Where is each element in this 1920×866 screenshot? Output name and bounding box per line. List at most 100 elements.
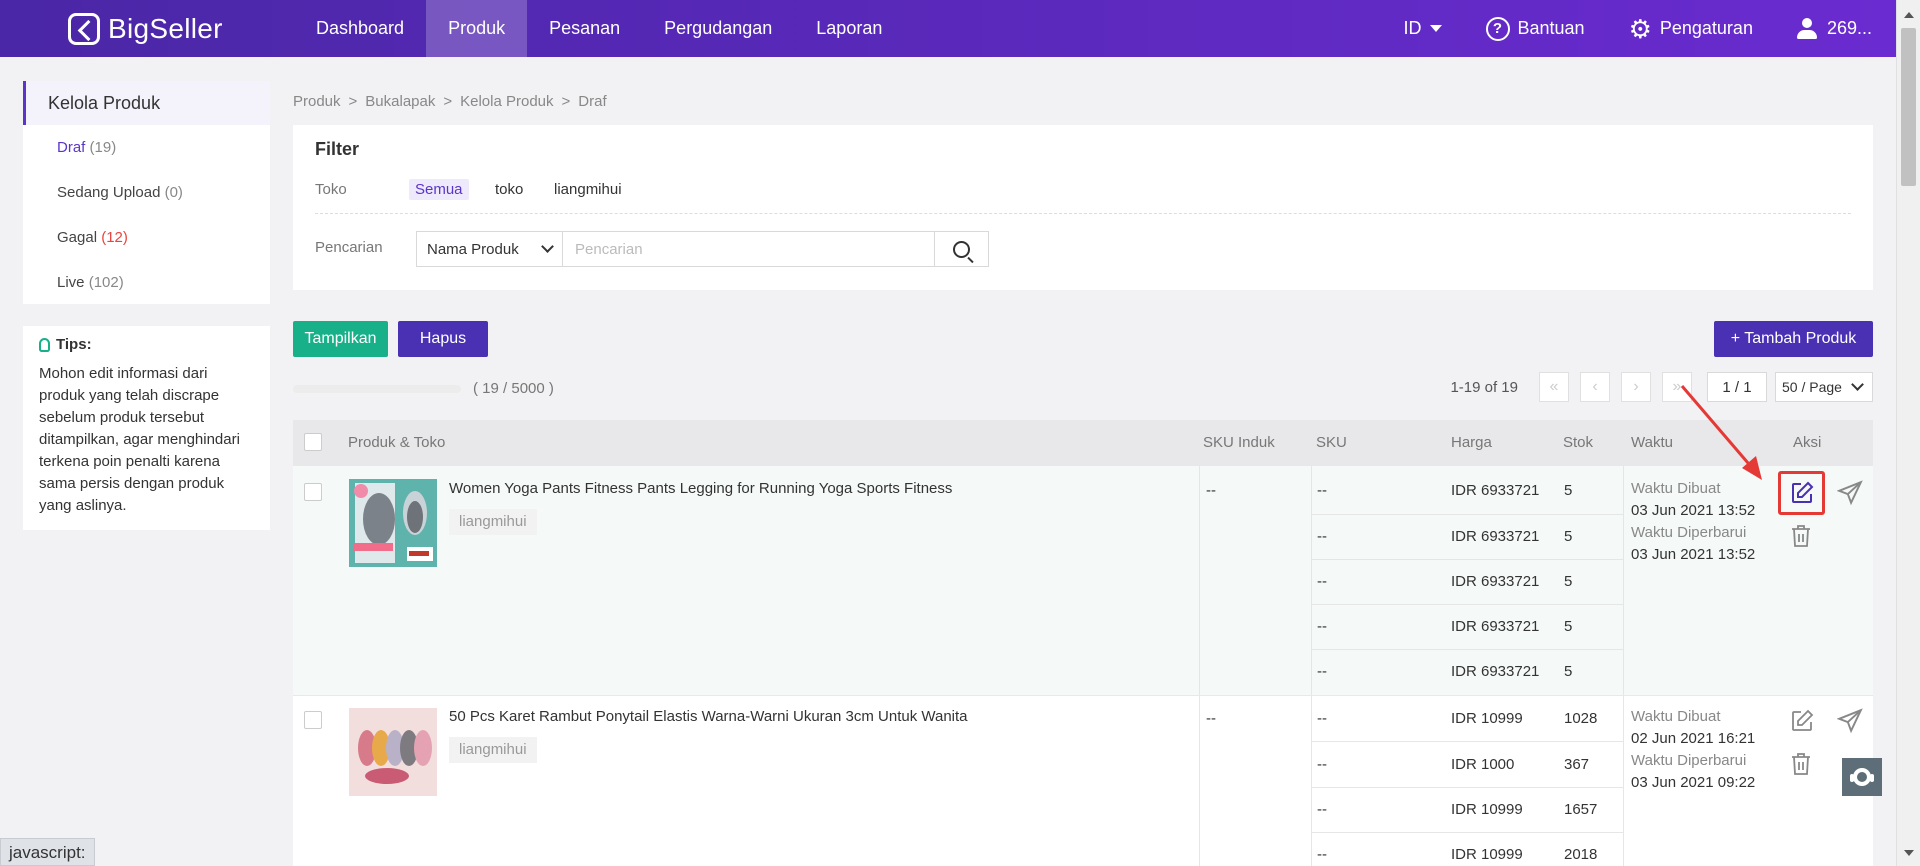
publish-icon[interactable]: [1836, 708, 1863, 738]
variant-sku: --: [1317, 801, 1327, 818]
tampilkan-button[interactable]: Tampilkan: [293, 321, 388, 357]
select-all-checkbox[interactable]: [304, 433, 322, 451]
updated-label: Waktu Diperbarui: [1631, 524, 1747, 541]
brand-name: BigSeller: [108, 12, 223, 44]
toko-option-toko[interactable]: toko: [489, 179, 529, 200]
variant-price: IDR 10999: [1451, 710, 1523, 727]
lightbulb-icon: [39, 337, 50, 352]
nav-produk[interactable]: Produk: [426, 0, 528, 57]
scroll-up-icon[interactable]: [1904, 12, 1914, 18]
variant-divider: [1311, 559, 1623, 560]
header-aksi: Aksi: [1793, 434, 1822, 451]
language-label: ID: [1403, 18, 1422, 38]
scroll-down-icon[interactable]: [1904, 850, 1914, 856]
search-icon: [953, 240, 970, 258]
quota-progress-bar: [293, 385, 461, 393]
variant-price: IDR 6933721: [1451, 528, 1540, 545]
language-selector[interactable]: ID: [1404, 18, 1442, 39]
gear-icon: ⚙: [1628, 13, 1652, 44]
edit-icon[interactable]: [1790, 709, 1814, 737]
settings-link[interactable]: ⚙ Pengaturan: [1629, 16, 1753, 42]
divider: [315, 213, 1851, 214]
product-thumbnail[interactable]: [349, 708, 437, 796]
header-sku: SKU: [1316, 434, 1347, 451]
publish-icon[interactable]: [1836, 480, 1863, 510]
row-checkbox[interactable]: [304, 483, 322, 501]
browser-status-bar: javascript:: [0, 838, 95, 866]
variant-stock: 1657: [1564, 801, 1598, 818]
prev-page-icon[interactable]: ‹: [1580, 372, 1610, 402]
hapus-button[interactable]: Hapus: [398, 321, 488, 357]
tips-panel: Tips: Mohon edit informasi dari produk y…: [23, 326, 270, 530]
quota-text: ( 19 / 5000 ): [473, 380, 554, 397]
variant-divider: [1311, 514, 1623, 515]
nav-pergudangan[interactable]: Pergudangan: [642, 0, 794, 57]
main-nav: Dashboard Produk Pesanan Pergudangan Lap…: [294, 0, 904, 57]
column-divider: [1623, 696, 1624, 866]
sidebar-item-label: Sedang Upload: [57, 184, 161, 201]
variant-sku: --: [1317, 846, 1327, 863]
sku-induk: --: [1206, 482, 1216, 499]
header-stok: Stok: [1563, 434, 1594, 451]
column-divider: [1199, 466, 1200, 695]
scrollbar-thumb[interactable]: [1901, 28, 1916, 186]
variant-sku: --: [1317, 528, 1327, 545]
variant-price: IDR 6933721: [1451, 482, 1540, 499]
bigseller-logo[interactable]: BigSeller: [68, 12, 268, 45]
trash-icon[interactable]: [1790, 752, 1812, 780]
breadcrumb: Produk > Bukalapak > Kelola Produk > Draf: [293, 93, 607, 110]
sidebar-item-live[interactable]: Live (102): [23, 260, 270, 305]
nav-pesanan[interactable]: Pesanan: [527, 0, 642, 57]
variant-divider: [1311, 832, 1623, 833]
sidebar-item-label: Draf: [57, 139, 86, 156]
breadcrumb-item[interactable]: Produk: [293, 93, 341, 110]
header-produk: Produk & Toko: [348, 434, 446, 451]
sidebar-menu: Kelola Produk Draf (19) Sedang Upload (0…: [23, 81, 270, 304]
sidebar-item-draf[interactable]: Draf (19): [23, 125, 270, 170]
breadcrumb-item[interactable]: Kelola Produk: [460, 93, 553, 110]
trash-icon[interactable]: [1790, 524, 1812, 552]
tambah-produk-button[interactable]: + Tambah Produk: [1714, 321, 1873, 357]
breadcrumb-item[interactable]: Bukalapak: [365, 93, 435, 110]
search-input[interactable]: [563, 232, 934, 266]
help-link[interactable]: ? Bantuan: [1485, 16, 1585, 41]
toko-option-liangmihui[interactable]: liangmihui: [548, 179, 628, 200]
search-group: Nama Produk: [416, 231, 989, 267]
edit-icon[interactable]: [1790, 481, 1814, 509]
search-field-select[interactable]: Nama Produk: [417, 232, 563, 266]
column-divider: [1311, 696, 1312, 866]
tips-text: Mohon edit informasi dari produk yang te…: [39, 365, 240, 514]
created-time: 02 Jun 2021 16:21: [1631, 730, 1756, 747]
updated-time: 03 Jun 2021 13:52: [1631, 546, 1756, 563]
product-name[interactable]: Women Yoga Pants Fitness Pants Legging f…: [449, 480, 952, 497]
variant-sku: --: [1317, 573, 1327, 590]
product-table: Produk & Toko SKU Induk SKU Harga Stok W…: [293, 420, 1873, 866]
variant-stock: 5: [1564, 528, 1573, 545]
variant-price: IDR 1000: [1451, 756, 1515, 773]
customer-support-icon[interactable]: [1842, 758, 1882, 796]
variant-divider: [1311, 741, 1623, 742]
sidebar-item-gagal[interactable]: Gagal (12): [23, 215, 270, 260]
updated-label: Waktu Diperbarui: [1631, 752, 1747, 769]
next-page-icon[interactable]: ›: [1621, 372, 1651, 402]
user-menu[interactable]: 269...: [1796, 17, 1872, 40]
product-thumbnail[interactable]: [349, 479, 437, 567]
toko-option-semua[interactable]: Semua: [409, 179, 469, 200]
sidebar-item-sedang-upload[interactable]: Sedang Upload (0): [23, 170, 270, 215]
vertical-scrollbar[interactable]: [1896, 0, 1920, 866]
variant-stock: 1028: [1564, 710, 1598, 727]
row-checkbox[interactable]: [304, 711, 322, 729]
sidebar-item-count: (0): [164, 184, 183, 201]
variant-sku: --: [1317, 618, 1327, 635]
nav-laporan[interactable]: Laporan: [794, 0, 904, 57]
variant-stock: 5: [1564, 663, 1573, 680]
nav-dashboard[interactable]: Dashboard: [294, 0, 426, 57]
variant-price: IDR 6933721: [1451, 663, 1540, 680]
first-page-icon[interactable]: «: [1539, 372, 1569, 402]
user-name: 269...: [1826, 18, 1872, 38]
search-button[interactable]: [934, 232, 988, 266]
product-name[interactable]: 50 Pcs Karet Rambut Ponytail Elastis War…: [449, 708, 968, 725]
table-row: Women Yoga Pants Fitness Pants Legging f…: [293, 466, 1873, 696]
page-size-select[interactable]: 50 / Page: [1775, 372, 1873, 402]
column-divider: [1311, 466, 1312, 695]
